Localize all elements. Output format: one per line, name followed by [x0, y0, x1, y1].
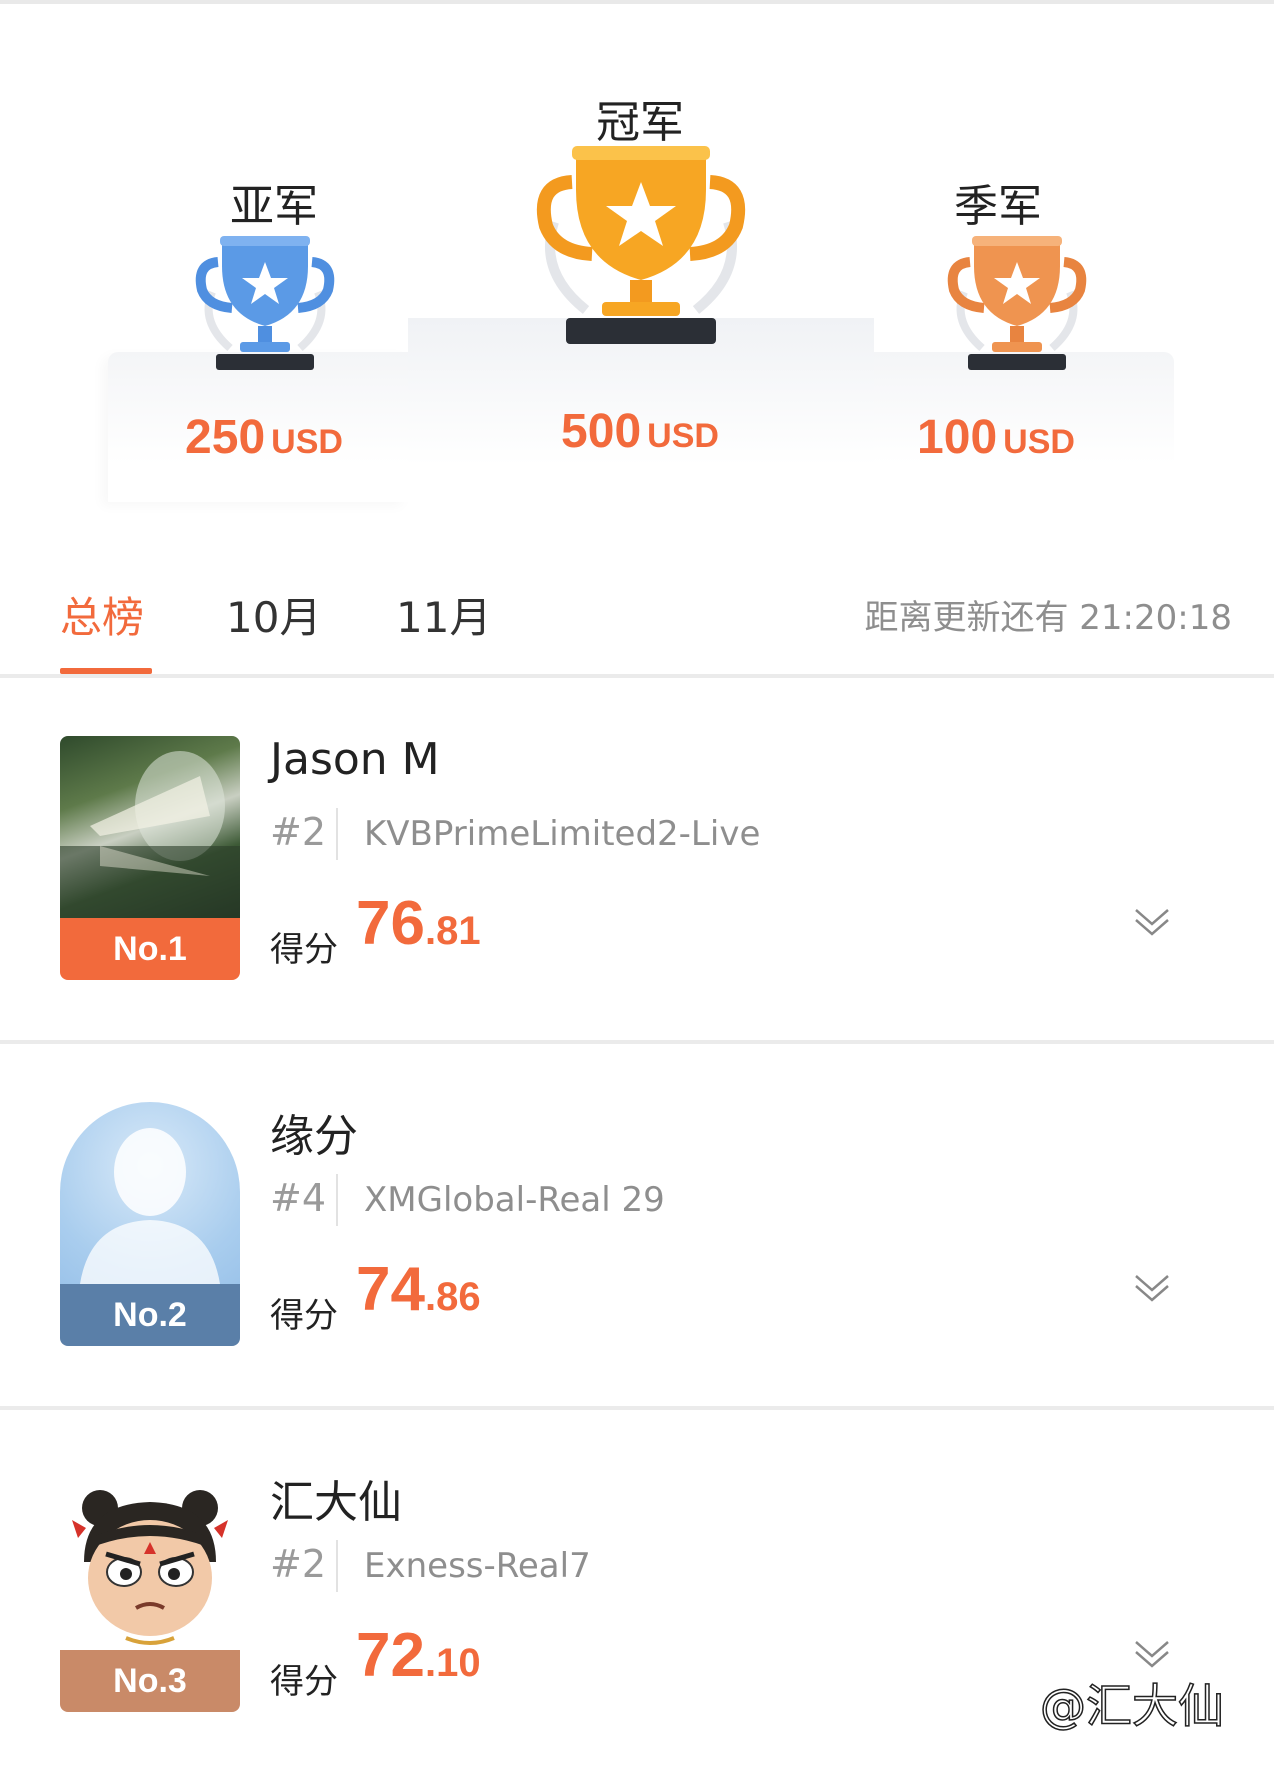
tab-overall[interactable]: 总榜 [60, 584, 144, 645]
gold-trophy-icon [536, 146, 746, 344]
first-place-title: 冠军 [596, 97, 684, 148]
leaderboard-entry[interactable]: No.1 Jason M #2 KVBPrimeLimited2-Live 得分… [0, 676, 1274, 1042]
avatar-with-badge: No.2 [60, 1102, 240, 1348]
user-rank: #2 [270, 1542, 327, 1586]
second-place-title: 亚军 [230, 181, 318, 232]
user-name: 缘分 [270, 1111, 358, 1162]
score-integer: 76 [356, 889, 425, 958]
chevron-down-icon[interactable] [1132, 902, 1172, 942]
second-place-prize: 250 USD [104, 410, 424, 465]
rank-badge: No.3 [60, 1650, 240, 1712]
second-prize-unit: USD [271, 423, 343, 461]
score-label: 得分 [270, 1662, 338, 1702]
second-prize-amount: 250 [185, 411, 266, 464]
prize-podium: 亚军 250 USD 冠军 500 USD 季军 100 USD [0, 0, 1274, 520]
user-name: 汇大仙 [270, 1477, 402, 1528]
chevron-down-icon[interactable] [1132, 1634, 1172, 1674]
score-integer: 74 [356, 1255, 425, 1324]
first-place-prize: 500 USD [480, 404, 800, 459]
silver-trophy-icon [195, 236, 335, 370]
separator [336, 1540, 338, 1592]
avatar-with-badge: No.1 [60, 736, 240, 982]
default-user-avatar-icon [80, 1128, 220, 1284]
score-label: 得分 [270, 1296, 338, 1336]
trading-account: XMGlobal-Real 29 [364, 1180, 665, 1220]
third-place-title: 季军 [954, 181, 1042, 232]
score-decimal: .86 [424, 1275, 481, 1319]
third-prize-unit: USD [1003, 423, 1075, 461]
update-countdown: 距离更新还有 21:20:18 [864, 598, 1232, 638]
user-rank: #4 [270, 1176, 327, 1220]
separator [336, 1174, 338, 1226]
trading-account: Exness-Real7 [364, 1546, 591, 1586]
rank-badge: No.1 [60, 918, 240, 980]
avatar-with-badge: No.3 [60, 1468, 240, 1714]
landscape-photo-avatar-icon [60, 751, 240, 918]
tab-october[interactable]: 10月 [226, 584, 321, 645]
cartoon-character-avatar-icon [72, 1490, 228, 1645]
score-decimal: .10 [424, 1641, 481, 1685]
bronze-trophy-icon [947, 236, 1087, 370]
user-rank: #2 [270, 810, 327, 854]
separator [336, 808, 338, 860]
chevron-down-icon[interactable] [1132, 1268, 1172, 1308]
third-prize-amount: 100 [917, 411, 998, 464]
trading-account: KVBPrimeLimited2-Live [364, 814, 761, 854]
leaderboard-entry[interactable]: No.2 缘分 #4 XMGlobal-Real 29 得分 74.86 [0, 1042, 1274, 1408]
ranking-tabs: 总榜 10月 11月 距离更新还有 21:20:18 [0, 560, 1274, 676]
score-decimal: .81 [424, 909, 481, 953]
score-value: 76.81 [356, 888, 481, 959]
avatar[interactable] [60, 736, 240, 918]
avatar[interactable] [60, 1468, 240, 1650]
third-place-prize: 100 USD [836, 410, 1156, 465]
score-integer: 72 [356, 1621, 425, 1690]
user-name: Jason M [270, 734, 440, 785]
score-value: 72.10 [356, 1620, 481, 1691]
rank-badge: No.2 [60, 1284, 240, 1346]
tab-november[interactable]: 11月 [396, 584, 491, 645]
avatar[interactable] [60, 1102, 240, 1284]
watermark: @汇大仙 [1039, 1678, 1225, 1734]
score-label: 得分 [270, 930, 338, 970]
first-prize-amount: 500 [561, 405, 642, 458]
first-prize-unit: USD [647, 417, 719, 455]
score-value: 74.86 [356, 1254, 481, 1325]
